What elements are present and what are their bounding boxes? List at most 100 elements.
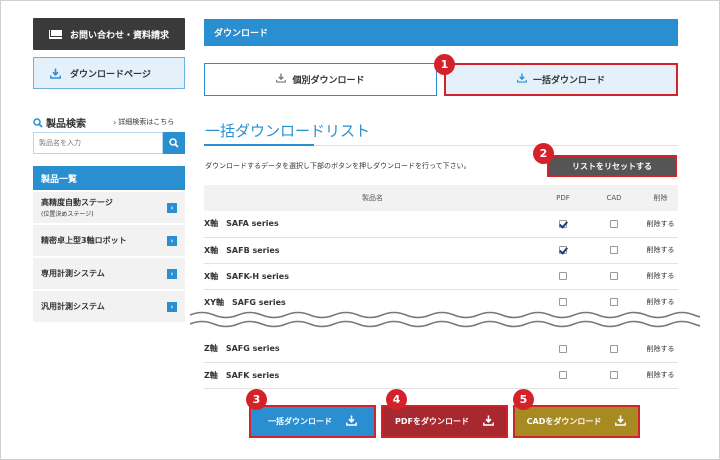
axis-label: Z軸 xyxy=(204,344,218,354)
series-label: SAFA series xyxy=(226,219,279,229)
reset-list-button[interactable]: リストをリセットする xyxy=(547,155,677,177)
column-header-cad: CAD xyxy=(585,185,643,211)
cad-download-button[interactable]: CADをダウンロード xyxy=(513,405,640,438)
category-label: 高精度自動ステージ xyxy=(41,198,113,207)
pdf-checkbox[interactable] xyxy=(559,298,567,306)
section-title: 一括ダウンロードリスト xyxy=(205,122,371,140)
chevron-right-icon: › xyxy=(167,202,177,213)
series-label: SAFG series xyxy=(225,344,280,354)
contact-label: お問い合わせ・資料請求 xyxy=(70,30,170,41)
axis-label: Z軸 xyxy=(204,370,218,380)
cad-checkbox[interactable] xyxy=(610,298,618,306)
chevron-right-icon: › xyxy=(167,301,177,312)
pdf-download-button[interactable]: PDFをダウンロード xyxy=(381,405,508,438)
advanced-search-label: 詳細検索はこちら xyxy=(118,118,175,126)
product-table-continued: Z軸 SAFG series 削除する Z軸 SAFK series 削除する xyxy=(204,336,678,389)
delete-link[interactable]: 削除する xyxy=(643,263,678,290)
column-header-name: 製品名 xyxy=(204,185,541,211)
search-title-label: 製品検索 xyxy=(46,119,86,130)
product-name: X軸 SAFK-H series xyxy=(204,263,541,290)
delete-link[interactable]: 削除する xyxy=(643,336,678,363)
cad-cell xyxy=(585,237,643,264)
search-icon xyxy=(169,138,179,148)
cad-checkbox[interactable] xyxy=(610,246,618,254)
cad-download-label: CADをダウンロード xyxy=(526,417,602,426)
cad-checkbox[interactable] xyxy=(610,219,618,228)
download-icon xyxy=(50,68,61,79)
table-row: X軸 SAFB series 削除する xyxy=(204,237,678,264)
pdf-cell xyxy=(541,336,585,363)
pdf-checkbox[interactable] xyxy=(559,344,567,353)
cad-cell xyxy=(585,362,643,389)
bulk-download-button[interactable]: 一括ダウンロード xyxy=(249,405,376,438)
mail-icon xyxy=(49,29,62,39)
instruction-text: ダウンロードするデータを選択し下部のボタンを押しダウンロードを行って下さい。 xyxy=(205,162,471,170)
product-search-input[interactable] xyxy=(33,132,163,154)
download-icon xyxy=(483,415,494,428)
table-row: Z軸 SAFG series 削除する xyxy=(204,336,678,363)
series-label: SAFB series xyxy=(226,245,280,255)
download-icon xyxy=(276,73,287,86)
product-search-title: 製品検索 xyxy=(33,115,86,130)
pdf-cell xyxy=(541,263,585,290)
series-label: SAFK series xyxy=(225,370,280,380)
cad-cell xyxy=(585,211,643,238)
axis-label: X軸 xyxy=(204,271,219,281)
table-row: X軸 SAFA series 削除する xyxy=(204,211,678,238)
delete-link[interactable]: 削除する xyxy=(643,237,678,264)
category-item-robot[interactable]: 精密卓上型3軸ロボット › xyxy=(33,225,185,257)
pdf-checkbox[interactable] xyxy=(559,246,567,254)
tab-label: 一括ダウンロード xyxy=(532,76,605,86)
pdf-cell xyxy=(541,362,585,389)
pdf-checkbox[interactable] xyxy=(559,272,567,280)
pdf-download-label: PDFをダウンロード xyxy=(395,417,469,426)
tab-bulk-download[interactable]: 一括ダウンロード xyxy=(444,63,678,96)
tab-label: 個別ダウンロード xyxy=(292,76,365,86)
page-title: ダウンロード xyxy=(204,19,678,46)
product-name: X軸 SAFB series xyxy=(204,237,541,264)
table-header-row: 製品名 PDF CAD 削除 xyxy=(204,185,678,211)
advanced-search-link[interactable]: › 詳細検索はこちら xyxy=(113,117,174,127)
delete-link[interactable]: 削除する xyxy=(643,211,678,238)
pdf-cell xyxy=(541,237,585,264)
search-icon xyxy=(33,117,43,128)
bulk-download-label: 一括ダウンロード xyxy=(268,417,332,426)
contact-button[interactable]: お問い合わせ・資料請求 xyxy=(33,18,185,50)
cad-checkbox[interactable] xyxy=(610,344,618,353)
callout-4: 4 xyxy=(386,389,407,410)
category-sub-label: (位置決めステージ) xyxy=(41,211,94,218)
download-icon xyxy=(517,73,527,86)
cad-checkbox[interactable] xyxy=(610,371,618,379)
delete-link[interactable]: 削除する xyxy=(643,362,678,389)
download-page-button[interactable]: ダウンロードページ xyxy=(33,57,185,89)
column-header-pdf: PDF xyxy=(541,185,585,211)
product-table: 製品名 PDF CAD 削除 X軸 SAFA series 削除する X軸 SAFB… xyxy=(204,185,678,316)
cad-checkbox[interactable] xyxy=(610,272,618,280)
table-row: X軸 SAFK-H series 削除する xyxy=(204,263,678,290)
axis-label: X軸 xyxy=(204,245,219,255)
tab-individual-download[interactable]: 個別ダウンロード xyxy=(204,63,437,96)
cad-cell xyxy=(585,263,643,290)
category-label: 専用計測システム xyxy=(41,269,105,278)
callout-2: 2 xyxy=(533,143,554,164)
chevron-right-icon: › xyxy=(113,117,117,127)
torn-edge-divider xyxy=(190,311,700,328)
section-divider-accent xyxy=(204,144,314,146)
pdf-cell xyxy=(541,211,585,238)
product-name: Z軸 SAFK series xyxy=(204,362,541,389)
callout-5: 5 xyxy=(513,389,534,410)
search-button[interactable] xyxy=(163,132,185,154)
pdf-checkbox[interactable] xyxy=(559,219,567,228)
product-list-header: 製品一覧 xyxy=(33,166,185,190)
category-item-general-measurement[interactable]: 汎用計測システム › xyxy=(33,291,185,323)
chevron-right-icon: › xyxy=(167,268,177,279)
axis-label: X軸 xyxy=(204,219,219,229)
category-item-dedicated-measurement[interactable]: 専用計測システム › xyxy=(33,258,185,290)
pdf-checkbox[interactable] xyxy=(559,371,567,379)
series-label: SAFK-H series xyxy=(226,271,289,281)
category-item-stage[interactable]: 高精度自動ステージ (位置決めステージ) › xyxy=(33,192,185,224)
series-label: SAFG series xyxy=(231,297,286,307)
callout-3: 3 xyxy=(246,389,267,410)
product-name: X軸 SAFA series xyxy=(204,211,541,238)
axis-label: XY軸 xyxy=(204,297,224,307)
